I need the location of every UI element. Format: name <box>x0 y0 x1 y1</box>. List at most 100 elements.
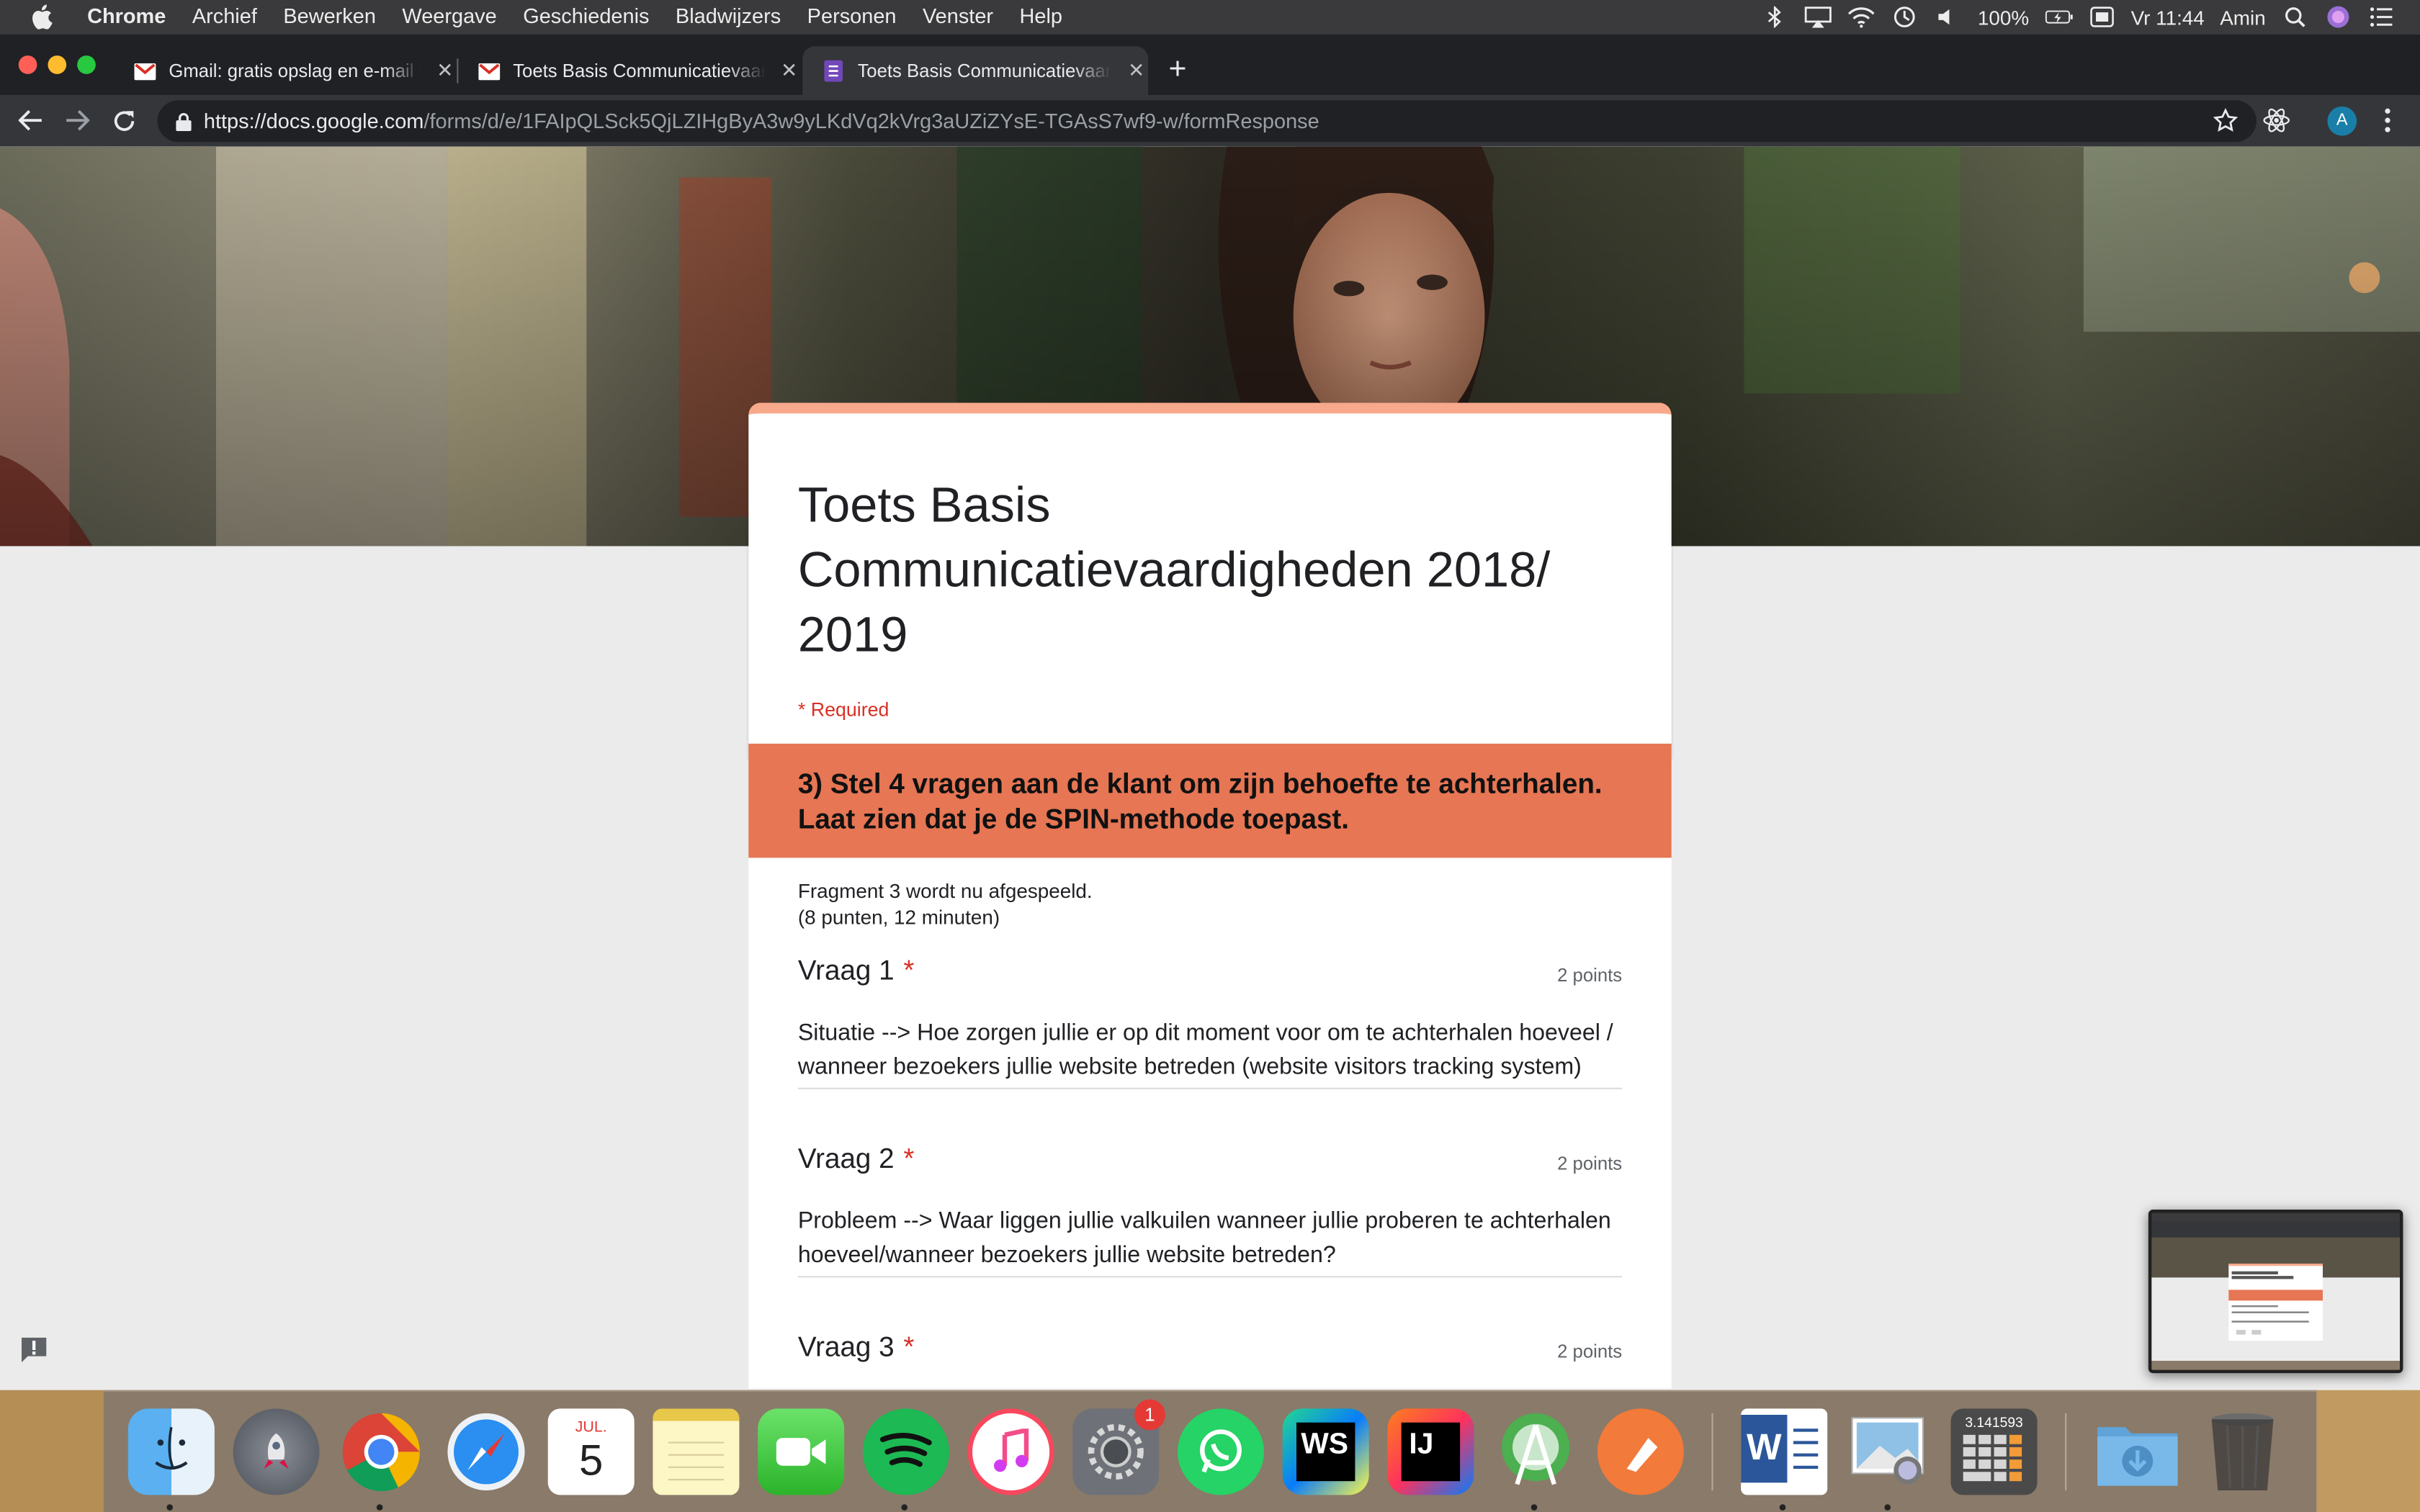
finder-icon[interactable] <box>127 1408 215 1511</box>
browser-toolbar: https://docs.google.com/forms/d/e/1FAIpQ… <box>0 95 2420 147</box>
report-feedback-icon[interactable] <box>19 1336 50 1364</box>
menu-personen[interactable]: Personen <box>794 0 909 34</box>
spotlight-search-icon[interactable] <box>2281 4 2309 29</box>
notes-icon[interactable] <box>653 1408 740 1495</box>
calculator-icon[interactable]: 3.141593 <box>1950 1408 2038 1495</box>
tab-title: Toets Basis Communicatievaardigheden <box>513 60 765 82</box>
desktop-wallpaper-left <box>0 1390 104 1512</box>
menu-geschiedenis[interactable]: Geschiedenis <box>510 0 663 34</box>
menu-help[interactable]: Help <box>1006 0 1075 34</box>
calculator-display: 3.141593 <box>1965 1414 2023 1431</box>
time-machine-icon[interactable] <box>1891 4 1919 29</box>
calendar-icon[interactable]: JUL. 5 <box>547 1408 635 1495</box>
reload-button[interactable] <box>108 105 139 136</box>
gmail-icon <box>477 58 501 83</box>
siri-icon[interactable] <box>2324 4 2352 29</box>
bluetooth-icon[interactable] <box>1762 4 1790 29</box>
chrome-menu-icon[interactable] <box>2377 107 2398 135</box>
screenshot-preview-thumbnail[interactable] <box>2148 1210 2403 1374</box>
desktop-screen: Chrome Archief Bewerken Weergave Geschie… <box>0 0 2420 1512</box>
word-label: W <box>1741 1414 1788 1483</box>
calendar-month: JUL. <box>575 1419 607 1436</box>
running-indicator <box>1779 1504 1786 1511</box>
section-body: Fragment 3 wordt nu afgespeeld. (8 punte… <box>748 858 1672 1389</box>
required-star: * <box>903 1143 915 1174</box>
apple-menu-icon[interactable] <box>31 4 59 30</box>
google-forms-icon <box>821 58 845 83</box>
downloads-folder-icon[interactable] <box>2094 1408 2181 1495</box>
macos-menubar: Chrome Archief Bewerken Weergave Geschie… <box>0 0 2420 35</box>
trash-icon[interactable] <box>2200 1408 2286 1495</box>
menu-bladwijzers[interactable]: Bladwijzers <box>663 0 794 34</box>
running-indicator <box>166 1504 173 1511</box>
tab-toets-forms-active[interactable]: Toets Basis Communicatievaardigheden ✕ <box>802 46 1149 96</box>
bookmark-star-icon[interactable] <box>2213 107 2238 132</box>
menu-archief[interactable]: Archief <box>179 0 270 34</box>
notification-badge: 1 <box>1134 1399 1165 1431</box>
notification-center-icon[interactable] <box>2367 4 2396 29</box>
dock-separator <box>1711 1413 1713 1490</box>
menu-chrome[interactable]: Chrome <box>74 0 179 34</box>
system-preferences-icon[interactable]: 1 <box>1072 1399 1165 1495</box>
answer-field-vraag-2[interactable]: Probleem --> Waar liggen jullie valkuile… <box>797 1205 1623 1278</box>
facetime-icon[interactable] <box>758 1408 845 1495</box>
battery-icon[interactable] <box>2045 4 2073 29</box>
desktop-wallpaper-right <box>2316 1390 2420 1512</box>
spotify-icon[interactable] <box>862 1408 949 1511</box>
dock-separator <box>2065 1413 2067 1490</box>
menubar-clock[interactable]: Vr 11:44 <box>2131 6 2205 29</box>
section-desc-line: Fragment 3 wordt nu afgespeeld. <box>797 879 1093 903</box>
word-icon[interactable]: W <box>1741 1408 1828 1511</box>
section-description: Fragment 3 wordt nu afgespeeld. (8 punte… <box>798 878 1093 930</box>
intellij-icon[interactable]: IJ <box>1387 1408 1474 1495</box>
menubar-user[interactable]: Amin <box>2220 6 2265 29</box>
page-viewport: Toets Basis Communicatievaardigheden 201… <box>0 146 2420 1389</box>
wifi-icon[interactable] <box>1848 4 1876 29</box>
preview-icon[interactable] <box>1846 1408 1932 1511</box>
window-close-button[interactable] <box>18 55 37 74</box>
android-studio-icon[interactable] <box>1492 1408 1579 1511</box>
keyboard-input-icon[interactable] <box>2088 4 2116 29</box>
gmail-icon <box>133 58 156 83</box>
address-bar[interactable]: https://docs.google.com/forms/d/e/1FAIpQ… <box>157 100 2257 143</box>
profile-avatar[interactable]: A <box>2327 106 2357 136</box>
menu-weergave[interactable]: Weergave <box>389 0 510 34</box>
window-minimize-button[interactable] <box>48 55 67 74</box>
chrome-icon[interactable] <box>338 1408 424 1511</box>
running-indicator <box>1531 1504 1538 1511</box>
required-star: * <box>903 1331 915 1363</box>
itunes-icon[interactable] <box>967 1408 1054 1495</box>
menu-bewerken[interactable]: Bewerken <box>270 0 389 34</box>
back-button[interactable] <box>15 105 46 136</box>
menu-venster[interactable]: Venster <box>910 0 1007 34</box>
browser-tab-strip: Gmail: gratis opslag en e-mail van Googl… <box>0 34 2420 96</box>
forward-button[interactable] <box>62 105 93 136</box>
tab-title: Toets Basis Communicatievaardigheden <box>857 60 1112 82</box>
tab-toets-gmail[interactable]: Toets Basis Communicatievaardigheden ✕ <box>458 46 801 96</box>
whatsapp-icon[interactable] <box>1178 1408 1264 1495</box>
react-devtools-icon[interactable] <box>2262 107 2290 135</box>
answer-field-vraag-1[interactable]: Situatie --> Hoe zorgen jullie er op dit… <box>797 1017 1623 1089</box>
lock-icon[interactable] <box>173 110 194 132</box>
window-zoom-button[interactable] <box>77 55 96 74</box>
tab-close-icon[interactable]: ✕ <box>1124 58 1148 83</box>
new-tab-button[interactable]: + <box>1160 53 1194 86</box>
webstorm-icon[interactable]: WS <box>1282 1408 1369 1495</box>
tab-close-icon[interactable]: ✕ <box>433 58 457 83</box>
launchpad-icon[interactable] <box>233 1408 320 1495</box>
airplay-icon[interactable] <box>1805 4 1833 29</box>
macos-dock: JUL. 5 1 WS IJ W 3.141593 <box>103 1390 2317 1512</box>
tab-gmail[interactable]: Gmail: gratis opslag en e-mail van Googl… <box>115 46 457 96</box>
tab-close-icon[interactable]: ✕ <box>777 58 801 83</box>
question-points: 2 points <box>1557 964 1623 986</box>
sketch-icon[interactable] <box>1597 1408 1684 1495</box>
section-desc-line: (8 punten, 12 minuten) <box>797 905 1000 929</box>
running-indicator <box>1884 1504 1891 1511</box>
webstorm-label: WS <box>1296 1422 1355 1482</box>
question-points: 2 points <box>1557 1341 1623 1363</box>
section-header: 3) Stel 4 vragen aan de klant om zijn be… <box>748 743 1672 858</box>
required-star: * <box>903 955 915 986</box>
volume-icon[interactable] <box>1935 4 1963 29</box>
safari-icon[interactable] <box>443 1408 529 1495</box>
battery-percent[interactable]: 100% <box>1978 6 2029 29</box>
